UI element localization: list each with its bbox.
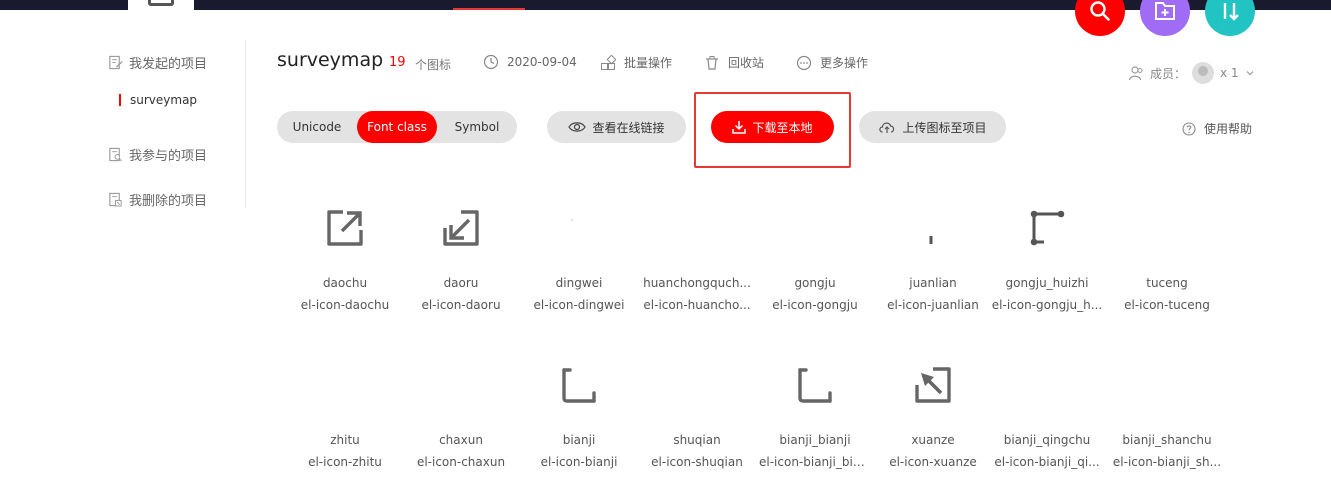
icon-name: tuceng [1146,276,1188,290]
icon-name: shuqian [673,433,721,447]
icon-class: el-icon-chaxun [416,455,506,469]
logo[interactable] [128,0,194,10]
delete-icon [1147,365,1187,405]
icon-class: el-icon-gongju [772,298,858,312]
recycle-bin-button[interactable]: 回收站 [704,54,764,71]
icon-count: 19 [389,55,406,70]
active-nav-indicator [453,8,525,10]
sidebar-item-joined-projects[interactable]: 我参与的项目 [108,145,207,164]
icon-class: el-icon-gongju_h... [991,298,1103,312]
icon-name: gongju [794,276,836,290]
folder-add-icon [1155,2,1175,20]
map-icon [325,365,365,405]
sidebar-item-label: 我删除的项目 [129,194,208,209]
cloud-upload-icon [879,122,895,133]
sidebar-item-label: 我发起的项目 [129,57,208,72]
export-icon [327,210,363,246]
icon-name: huanchongquch... [643,276,751,290]
icon-class: el-icon-tuceng [1124,298,1210,312]
buffer-icon [677,208,717,248]
sidebar-item-my-projects[interactable]: 我发起的项目 [108,53,207,72]
tab-font-class[interactable]: Font class [357,111,437,143]
swipe-icon [929,236,933,244]
icon-class: el-icon-xuanze [889,455,977,469]
search-icon [1090,1,1110,21]
tab-symbol[interactable]: Symbol [437,111,517,143]
download-highlight-box [694,92,851,168]
doc-search-icon [109,147,122,162]
clear-icon [1027,365,1067,405]
icon-name: daoru [443,276,479,290]
edit-corner-icon [798,368,832,403]
draw-tool-icon [1030,210,1065,246]
avatar [1192,62,1215,84]
bookmark-icon [677,365,717,405]
icon-class: el-icon-bianji_qi... [994,455,1100,469]
icon-name: chaxun [439,433,483,447]
layer-icon [1147,208,1187,248]
icon-name: bianji_shanchu [1122,433,1212,447]
search-button[interactable] [1075,0,1125,36]
icon-name: gongju_huizhi [1005,276,1089,290]
project-title: surveymap [277,49,384,71]
query-icon [441,365,481,405]
icon-name: xuanze [911,433,955,447]
icon-name: bianji_bianji [779,433,851,447]
doc-delete-icon [109,192,122,207]
icon-class: el-icon-dingwei [533,298,625,312]
more-actions-button[interactable]: 更多操作 [796,54,868,71]
icon-name: dingwei [555,276,603,290]
members-count: x 1 [1220,66,1239,80]
help-icon [1182,121,1196,136]
sidebar-item-deleted-projects[interactable]: 我删除的项目 [108,190,207,209]
batch-icon [601,54,616,70]
icon-class: el-icon-juanlian [887,298,979,312]
trash-icon [706,55,718,70]
eye-icon [568,122,587,132]
icon-name: daochu [322,276,368,290]
icon-class: el-icon-bianji [540,455,618,469]
add-project-button[interactable] [1140,0,1190,36]
sidebar-item-label: 我参与的项目 [129,149,208,164]
sort-icon [1223,3,1239,21]
view-online-link-button[interactable]: 查看在线链接 [547,111,686,143]
project-sidebar: 我发起的项目 surveymap 我参与的项目 我删除的项目 [100,40,246,209]
users-icon [1128,66,1143,81]
doc-edit-icon [109,55,123,70]
tab-unicode[interactable]: Unicode [277,111,357,143]
icon-name: zhitu [330,433,360,447]
icon-name: bianji [562,433,596,447]
import-icon [443,210,479,246]
icon-class: el-icon-shuqian [651,455,743,469]
tool-icon [795,208,835,248]
chevron-down-icon[interactable] [1245,68,1255,78]
edit-corner-icon [562,368,596,403]
icon-class: el-icon-daoru [421,298,501,312]
select-icon [915,367,951,403]
top-nav-bar [0,0,1331,10]
members-area[interactable]: 成员： x 1 [1128,62,1255,84]
format-tabs: Unicode Font class Symbol [277,111,517,143]
icon-class: el-icon-daochu [300,298,390,312]
more-icon [796,55,812,70]
sort-button[interactable] [1205,0,1255,36]
icon-class: el-icon-bianji_sh... [1112,455,1222,469]
upload-icons-button[interactable]: 上传图标至项目 [859,111,1006,143]
icon-name: juanlian [909,276,957,290]
sidebar-item-surveymap[interactable]: surveymap [119,94,197,106]
icon-class: el-icon-huancho... [643,298,751,312]
locate-icon [571,219,573,221]
members-label: 成员： [1150,66,1187,81]
icon-class: el-icon-zhitu [308,455,382,469]
project-date: 2020-09-04 [483,54,577,70]
icon-count-label: 个图标 [415,58,452,72]
batch-operation-button[interactable]: 批量操作 [600,54,672,71]
icon-class: el-icon-bianji_bia... [759,455,872,469]
clock-icon [483,54,499,70]
help-link[interactable]: 使用帮助 [1182,120,1252,137]
icon-name: bianji_qingchu [1003,433,1091,447]
